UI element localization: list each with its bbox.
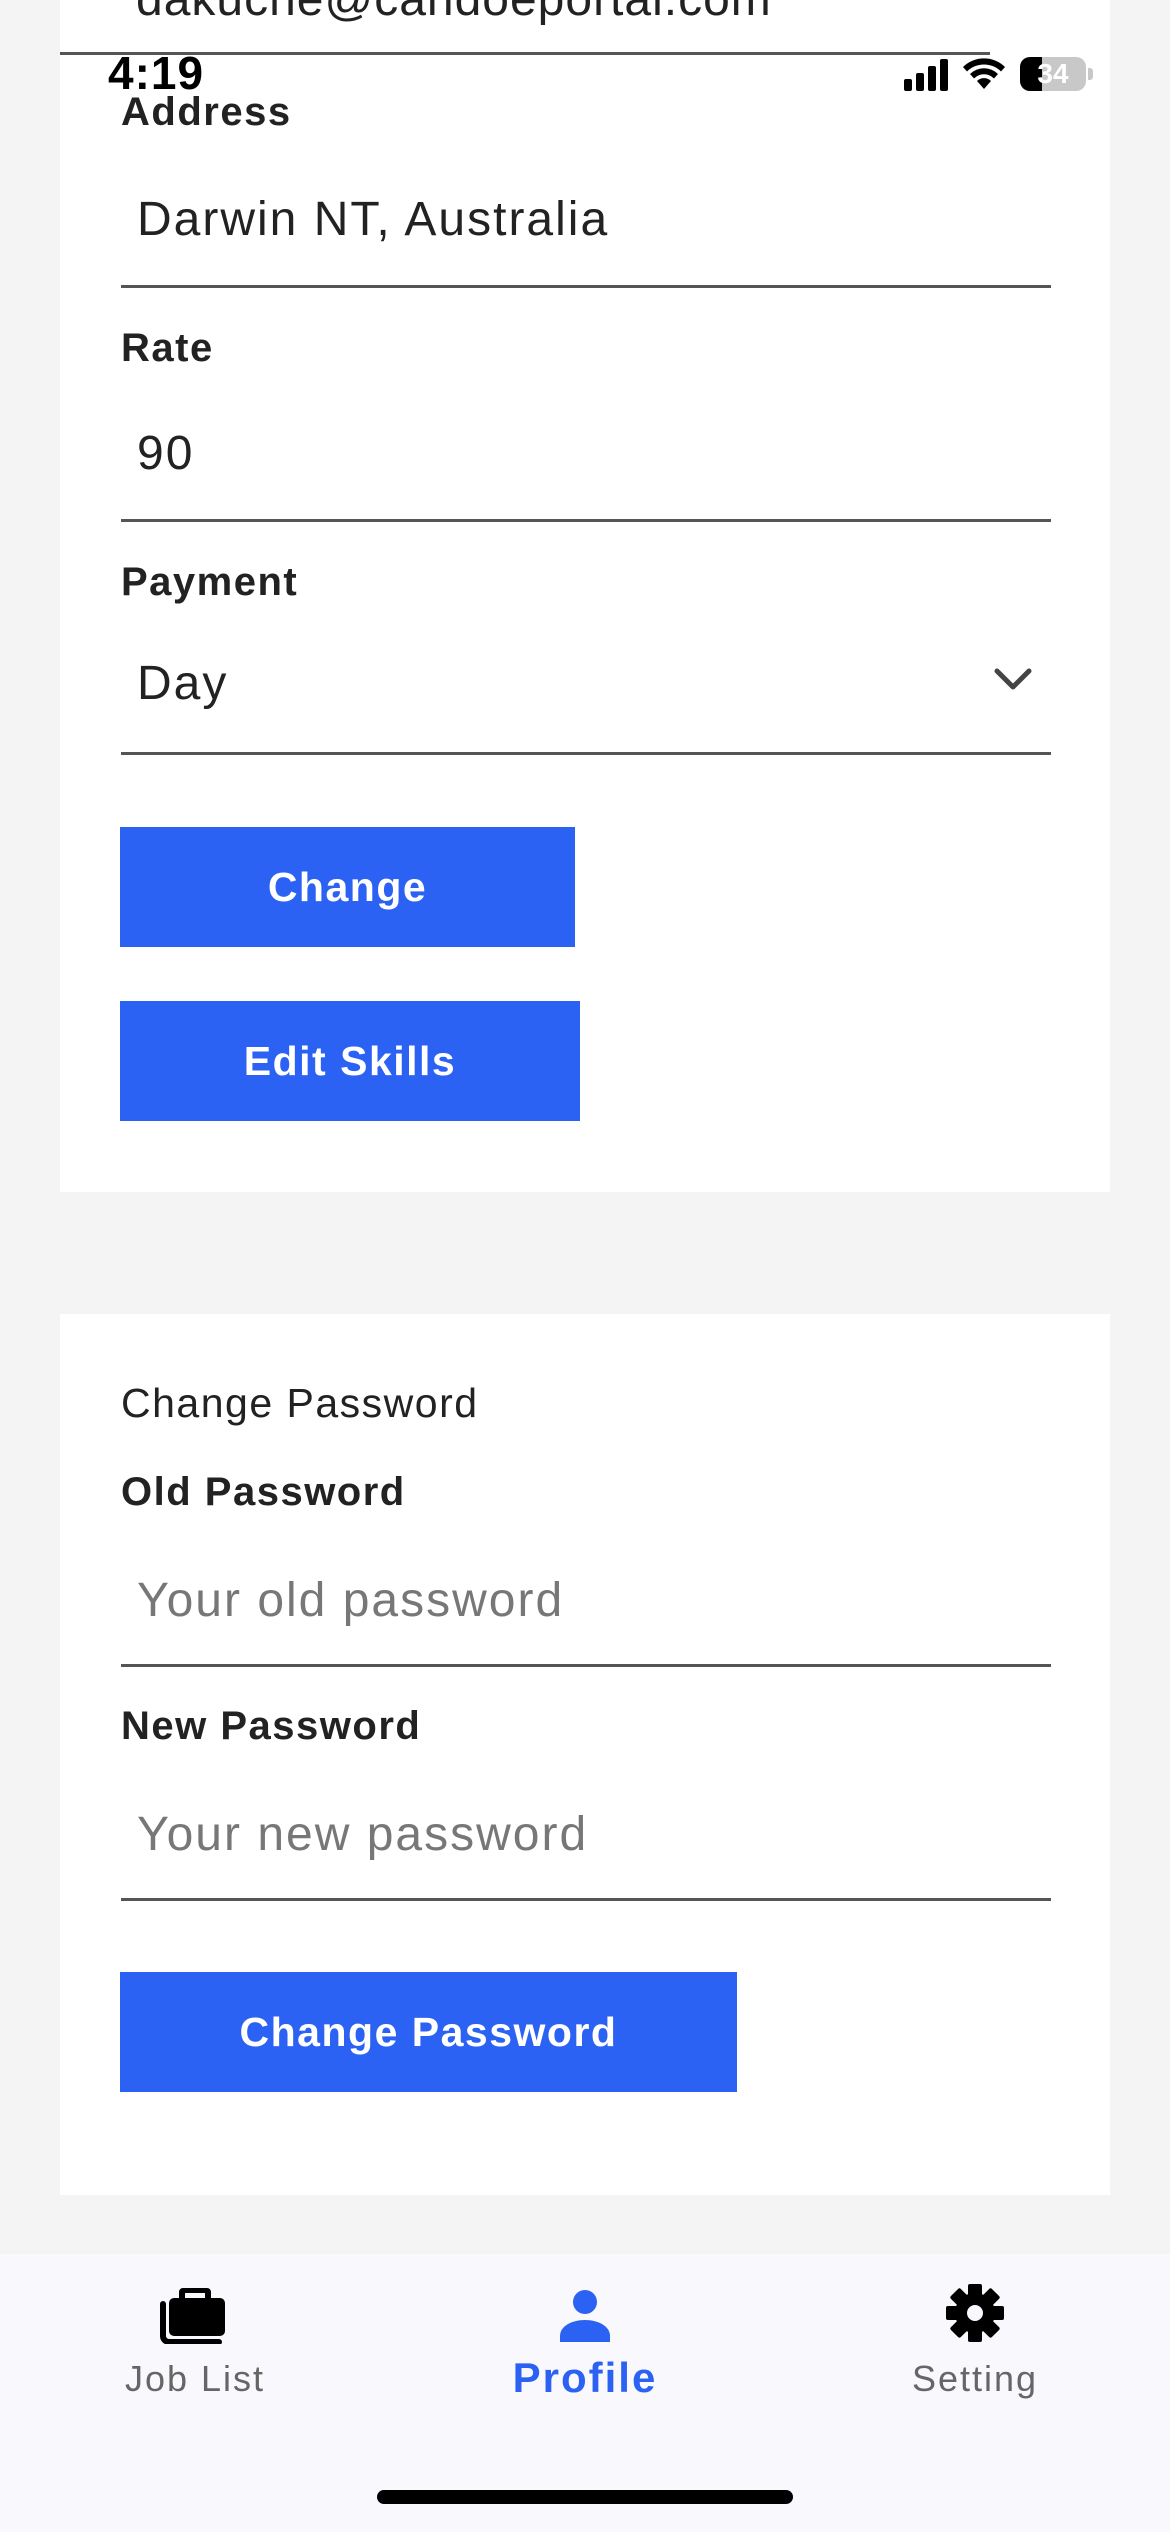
tab-job-list[interactable]: Job List — [95, 2254, 295, 2434]
cellular-signal-icon — [904, 57, 948, 91]
change-password-button[interactable]: Change Password — [120, 1972, 737, 2092]
payment-underline — [121, 752, 1051, 755]
profile-screen: dakuche@candoeportal.com 4:19 34 Address… — [0, 0, 1170, 2532]
battery-nub — [1088, 68, 1093, 80]
tab-profile-label: Profile — [512, 2354, 658, 2401]
change-password-title: Change Password — [121, 1380, 479, 1426]
tab-setting[interactable]: Setting — [875, 2254, 1075, 2434]
rate-underline — [121, 519, 1051, 522]
battery-icon: 34 — [1020, 57, 1086, 91]
old-password-underline — [121, 1664, 1051, 1667]
address-field[interactable]: Darwin NT, Australia — [137, 192, 609, 247]
address-underline — [121, 285, 1051, 288]
edit-skills-button[interactable]: Edit Skills — [120, 1001, 580, 1121]
old-password-input[interactable] — [121, 1555, 1051, 1645]
address-label: Address — [121, 90, 292, 134]
new-password-input[interactable] — [121, 1789, 1051, 1879]
rate-field[interactable]: 90 — [137, 426, 194, 481]
payment-label: Payment — [121, 560, 299, 604]
chevron-down-icon[interactable] — [990, 664, 1036, 694]
email-value-partial: dakuche@candoeportal.com — [136, 0, 772, 27]
new-password-label: New Password — [121, 1704, 422, 1748]
rate-label: Rate — [121, 326, 214, 370]
home-indicator[interactable] — [377, 2490, 793, 2504]
person-icon — [560, 2290, 610, 2342]
old-password-label: Old Password — [121, 1470, 406, 1514]
battery-level: 34 — [1037, 58, 1069, 89]
tab-job-list-label: Job List — [124, 2358, 266, 2399]
new-password-underline — [121, 1898, 1051, 1901]
briefcase-icon — [160, 2288, 225, 2344]
tab-profile[interactable]: Profile — [485, 2254, 685, 2434]
tab-setting-label: Setting — [911, 2358, 1039, 2399]
status-icons: 34 — [904, 52, 1093, 96]
payment-select[interactable]: Day — [137, 656, 228, 711]
gear-icon — [946, 2284, 1004, 2342]
wifi-icon — [962, 57, 1006, 91]
change-button[interactable]: Change — [120, 827, 575, 947]
